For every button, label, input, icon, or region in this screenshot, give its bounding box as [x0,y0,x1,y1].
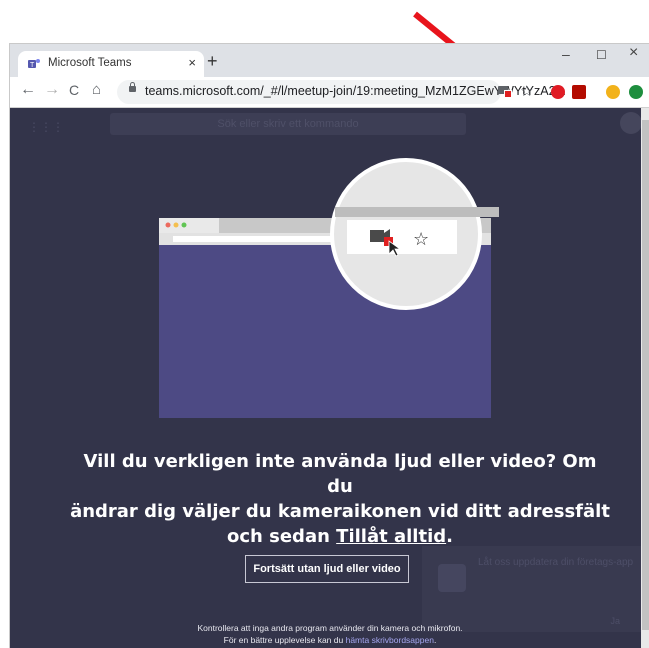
address-bar[interactable]: teams.microsoft.com/_#/l/meetup-join/19:… [117,80,566,104]
blocked-badge-icon [504,90,512,98]
footer-line-2: För en bättre upplevelse kan du hämta sk… [130,634,530,646]
browser-illustration: ☆ [159,158,499,418]
tab-title: Microsoft Teams [48,57,132,69]
footer-line-2-post: . [433,635,437,645]
avatar [620,112,642,134]
browser-toolbar: ← → C ⌂ teams.microsoft.com/_#/l/meetup-… [10,77,649,108]
new-tab-button[interactable]: + [207,51,218,71]
continue-without-av-button[interactable]: Fortsätt utan ljud eller video [245,555,409,583]
instruction-line-3-pre: och sedan [227,526,337,547]
teams-toast-icon [438,564,466,592]
footer-text: Kontrollera att inga andra program använ… [130,622,530,646]
home-button[interactable]: ⌂ [92,81,101,98]
download-desktop-app-link[interactable]: hämta skrivbordsappen [346,635,434,645]
dimmed-search-bar: Sök eller skriv ett kommando [110,113,466,135]
footer-line-1: Kontrollera att inga andra program använ… [197,623,463,633]
app-launcher-icon: ⋮⋮⋮ [28,120,64,134]
teams-page: ⋮⋮⋮ Sök eller skriv ett kommando ☆ Vill … [10,108,649,648]
dimmed-notification-text: Låt oss uppdatera din företags-app [478,557,634,568]
reload-button[interactable]: C [69,82,79,98]
acrobat-extension-icon[interactable] [572,85,586,99]
extension-icon[interactable] [606,85,620,99]
dimmed-notification-button: Ja [610,616,620,626]
svg-text:☆: ☆ [413,229,429,250]
tab-microsoft-teams[interactable]: T Microsoft Teams × [18,51,204,77]
instruction-line-2: ändrar dig väljer du kameraikonen vid di… [70,501,610,522]
lock-icon [129,82,136,92]
teams-icon: T [28,59,40,69]
bookmark-star-icon[interactable]: ☆ [520,82,533,100]
minimize-button[interactable]: – [562,46,570,62]
browser-window: T Microsoft Teams × + – ☐ × ← → C ⌂ team… [9,43,649,648]
allow-always-text: Tillåt alltid [336,526,447,547]
opera-extension-icon[interactable] [551,85,565,99]
back-button[interactable]: ← [20,81,36,99]
forward-button[interactable]: → [44,81,60,99]
maximize-button[interactable]: ☐ [596,48,607,62]
scrollbar-thumb[interactable] [642,120,649,630]
tab-close-icon[interactable]: × [188,55,196,70]
close-window-button[interactable]: × [629,44,638,62]
instruction-line-1: Vill du verkligen inte använda ljud elle… [83,451,597,497]
extension-green-icon[interactable] [629,85,643,99]
footer-line-2-pre: För en bättre upplevelse kan du [223,635,346,645]
scrollbar[interactable] [641,108,649,648]
tab-strip: T Microsoft Teams × + – ☐ × [10,44,649,77]
dimmed-notification: Låt oss uppdatera din företags-app Ja [422,546,644,632]
svg-text:T: T [30,62,35,69]
instruction-line-3-post: . [446,526,453,547]
instruction-message: Vill du verkligen inte använda ljud elle… [70,449,610,549]
